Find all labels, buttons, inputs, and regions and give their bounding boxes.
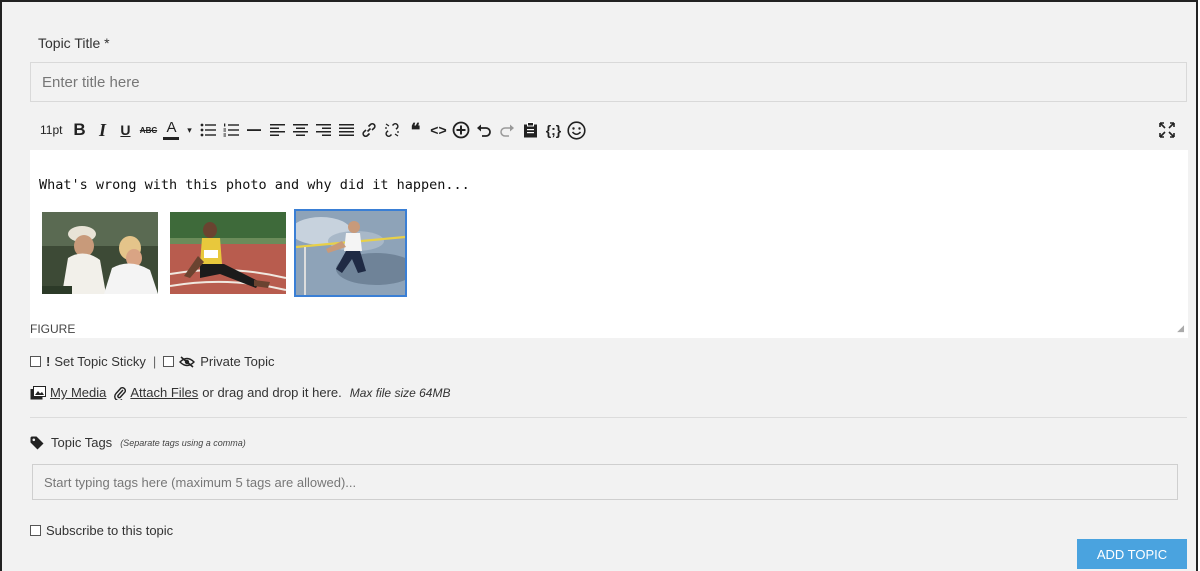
bullet-list-icon[interactable] <box>199 118 217 142</box>
private-label: Private Topic <box>200 354 275 369</box>
divider <box>30 417 1187 418</box>
tags-label: Topic Tags <box>51 435 113 450</box>
fullscreen-icon[interactable] <box>1158 118 1176 142</box>
underline-button[interactable]: U <box>116 118 134 142</box>
font-size-button[interactable]: 11pt <box>40 118 62 142</box>
subscribe-row: Subscribe to this topic <box>30 523 173 538</box>
new-topic-form: Topic Title * 11pt B I U ABC A ▾ <box>0 0 1198 571</box>
unlink-icon[interactable] <box>383 118 401 142</box>
font-color-letter: A <box>166 118 177 136</box>
tags-hint: (Separate tags using a comma) <box>120 437 246 448</box>
align-center-icon[interactable] <box>291 118 309 142</box>
emoji-icon[interactable] <box>567 118 587 142</box>
attach-files-link[interactable]: Attach Files <box>130 385 198 400</box>
subscribe-label: Subscribe to this topic <box>46 523 174 538</box>
code-icon[interactable]: <> <box>429 118 447 142</box>
title-input[interactable] <box>30 62 1187 102</box>
tag-icon <box>30 436 44 450</box>
editor-toolbar: 11pt B I U ABC A ▾ ❝ <> {;} <box>30 114 1187 146</box>
tags-input[interactable] <box>32 464 1178 500</box>
insert-icon[interactable] <box>452 118 470 142</box>
max-size-text: Max file size 64MB <box>349 385 451 400</box>
options-separator: | <box>152 354 157 369</box>
my-media-link[interactable]: My Media <box>50 385 106 400</box>
athlete-stretching-photo[interactable] <box>170 212 286 294</box>
private-checkbox[interactable] <box>163 356 175 367</box>
font-color-button[interactable]: A <box>162 118 180 142</box>
align-left-icon[interactable] <box>268 118 286 142</box>
media-icon <box>30 385 46 400</box>
exclamation-icon: ! <box>46 354 51 369</box>
tags-label-row: Topic Tags (Separate tags using a comma) <box>30 435 246 450</box>
undo-icon[interactable] <box>475 118 493 142</box>
drag-text: or drag and drop it here. <box>202 385 342 400</box>
chevron-down-icon[interactable]: ▾ <box>185 118 193 142</box>
high-jump-photo[interactable] <box>294 209 407 297</box>
sticky-label: Set Topic Sticky <box>54 354 146 369</box>
italic-button[interactable]: I <box>93 118 111 142</box>
editor-text[interactable]: What's wrong with this photo and why did… <box>39 177 470 193</box>
element-path: FIGURE <box>30 322 76 336</box>
eye-slash-icon <box>179 355 196 368</box>
numbered-list-icon[interactable] <box>222 118 240 142</box>
title-label: Topic Title * <box>38 35 110 51</box>
add-topic-button[interactable]: ADD TOPIC <box>1077 539 1187 569</box>
align-right-icon[interactable] <box>314 118 332 142</box>
paperclip-icon <box>114 386 127 400</box>
paste-icon[interactable] <box>521 118 539 142</box>
strikethrough-button[interactable]: ABC <box>139 118 157 142</box>
horizontal-rule-icon[interactable] <box>245 118 263 142</box>
link-icon[interactable] <box>360 118 378 142</box>
topic-options: ! Set Topic Sticky | Private Topic <box>30 354 274 369</box>
font-color-bar <box>163 136 180 140</box>
blockquote-icon[interactable]: ❝ <box>406 118 424 142</box>
resize-handle[interactable]: ◢ <box>1177 323 1184 334</box>
redo-icon[interactable] <box>498 118 516 142</box>
subscribe-checkbox[interactable] <box>30 525 41 536</box>
sticky-checkbox[interactable] <box>30 356 41 367</box>
coaches-photo[interactable] <box>42 212 158 294</box>
code-sample-icon[interactable]: {;} <box>544 118 562 142</box>
editor-content[interactable]: What's wrong with this photo and why did… <box>30 150 1188 338</box>
bold-button[interactable]: B <box>70 118 88 142</box>
attachments-row: My Media Attach Files or drag and drop i… <box>30 385 450 400</box>
justify-icon[interactable] <box>337 118 355 142</box>
